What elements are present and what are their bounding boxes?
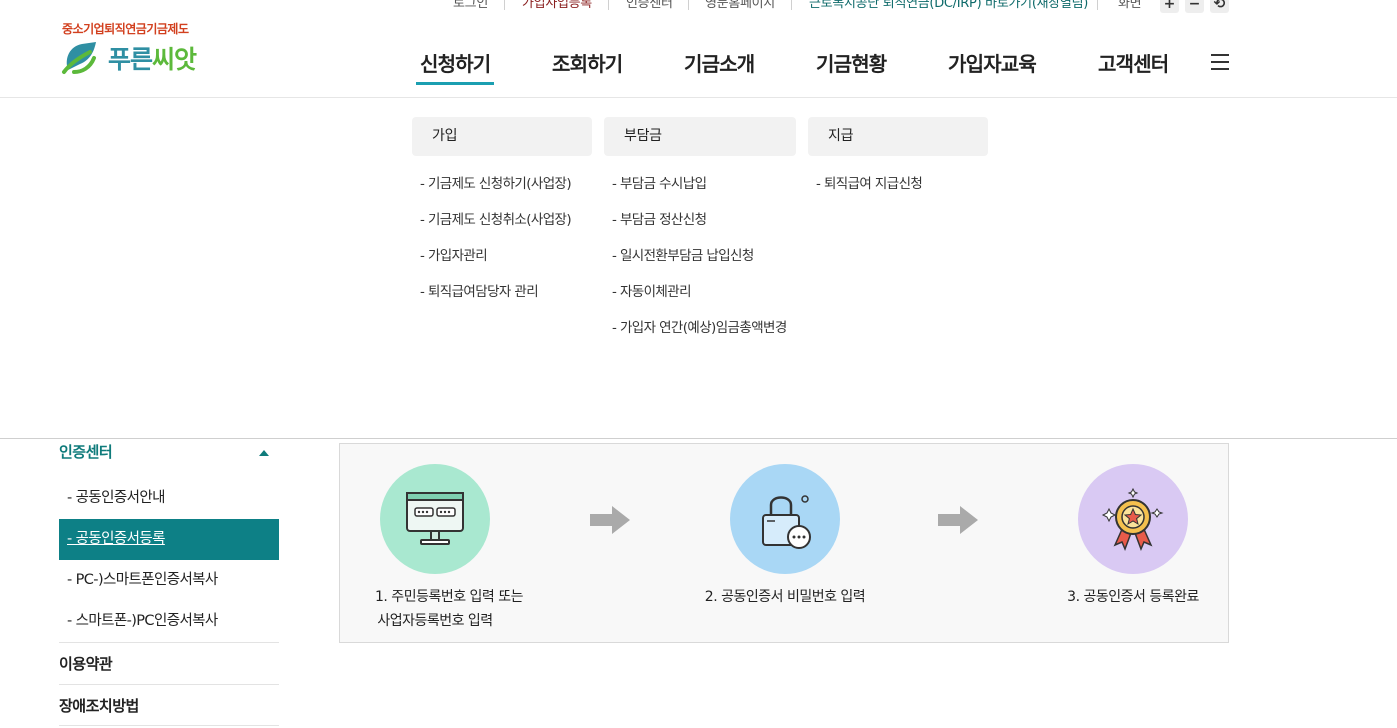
mega-col-join: 가입 - 기금제도 신청하기(사업장) - 기금제도 신청취소(사업장) - 가… bbox=[412, 117, 592, 318]
screen-label: 화면 bbox=[1118, 0, 1142, 11]
side-nav-title[interactable]: 인증센터 bbox=[59, 440, 279, 468]
logo-name: 푸른씨앗 bbox=[108, 40, 197, 76]
zoom-in-button[interactable]: + bbox=[1160, 0, 1179, 13]
side-nav-title-label: 인증센터 bbox=[59, 443, 113, 461]
cert-center-link[interactable]: 인증센터 bbox=[626, 0, 673, 14]
caret-up-icon bbox=[259, 450, 269, 456]
step-1-label-line1: 1. 주민등록번호 입력 또는 bbox=[375, 589, 524, 605]
step-3-label-line1: 3. 공동인증서 등록완료 bbox=[1067, 589, 1199, 605]
step-2-label: 2. 공동인증서 비밀번호 입력 bbox=[695, 585, 875, 609]
mega-col-title: 가입 bbox=[412, 117, 592, 156]
arrow-right-icon bbox=[590, 506, 630, 534]
side-item-cert-register[interactable]: - 공동인증서등록 bbox=[59, 519, 279, 560]
gnb-inquiry[interactable]: 조회하기 bbox=[552, 48, 623, 77]
step-3-circle bbox=[1078, 464, 1188, 574]
english-site-link[interactable]: 영문홈페이지 bbox=[705, 0, 775, 14]
side-item-terms[interactable]: 이용약관 bbox=[59, 642, 279, 684]
side-item-accessibility[interactable]: 장애조치방법 bbox=[59, 684, 279, 726]
logo-name-part1: 푸른 bbox=[108, 45, 153, 74]
step-2-circle bbox=[730, 464, 840, 574]
util-divider bbox=[608, 0, 609, 10]
menu-item-cancel-fund[interactable]: - 기금제도 신청취소(사업장) bbox=[412, 210, 592, 246]
menu-item-settlement[interactable]: - 부담금 정산신청 bbox=[604, 210, 796, 246]
menu-item-manager-manage[interactable]: - 퇴직급여담당자 관리 bbox=[412, 282, 592, 318]
monitor-icon bbox=[406, 492, 464, 545]
side-item-cert-guide[interactable]: - 공동인증서안내 bbox=[59, 478, 279, 519]
zoom-out-button[interactable]: − bbox=[1185, 0, 1204, 13]
kcomwel-link[interactable]: 근로복지공단 퇴직연금(DC/IRP) 바로가기(새창열림) bbox=[809, 0, 1088, 14]
mega-col-title: 부담금 bbox=[604, 117, 796, 156]
menu-item-ad-hoc-payment[interactable]: - 부담금 수시납입 bbox=[604, 174, 796, 210]
menu-item-lump-sum[interactable]: - 일시전환부담금 납입신청 bbox=[604, 246, 796, 282]
menu-item-wage-change[interactable]: - 가입자 연간(예상)임금총액변경 bbox=[604, 318, 796, 354]
mega-col-title: 지급 bbox=[808, 117, 988, 156]
utility-bar: 로그인 가입사업등록 인증센터 영문홈페이지 근로복지공단 퇴직연금(DC/IR… bbox=[0, 0, 1397, 18]
util-divider bbox=[791, 0, 792, 10]
step-1-label-line2: 사업자등록번호 입력 bbox=[377, 613, 493, 629]
menu-item-payout-request[interactable]: - 퇴직급여 지급신청 bbox=[808, 174, 988, 210]
arrow-right-icon bbox=[938, 506, 978, 534]
step-1-label: 1. 주민등록번호 입력 또는 사업자등록번호 입력 bbox=[375, 585, 524, 633]
side-sub-list: - 공동인증서안내 - 공동인증서등록 - PC-)스마트폰인증서복사 - 스마… bbox=[59, 478, 279, 642]
logo-name-part2: 씨앗 bbox=[152, 45, 197, 74]
side-item-phone-to-pc[interactable]: - 스마트폰-)PC인증서복사 bbox=[59, 601, 279, 642]
medal-icon bbox=[1101, 487, 1164, 551]
mega-col-contribution: 부담금 - 부담금 수시납입 - 부담금 정산신청 - 일시전환부담금 납입신청… bbox=[604, 117, 796, 354]
site-logo[interactable]: 중소기업퇴직연금기금제도 푸른씨앗 bbox=[60, 20, 200, 80]
gnb-fund-status[interactable]: 기금현황 bbox=[816, 48, 887, 77]
all-menu-icon[interactable] bbox=[1211, 54, 1229, 70]
gnb-customer-center[interactable]: 고객센터 bbox=[1098, 48, 1169, 77]
menu-item-apply-fund[interactable]: - 기금제도 신청하기(사업장) bbox=[412, 174, 592, 210]
side-nav: 인증센터 - 공동인증서안내 - 공동인증서등록 - PC-)스마트폰인증서복사… bbox=[59, 438, 279, 726]
menu-item-auto-transfer[interactable]: - 자동이체관리 bbox=[604, 282, 796, 318]
cert-register-process: 1. 주민등록번호 입력 또는 사업자등록번호 입력 2. 공동인증서 비밀번호… bbox=[339, 443, 1229, 643]
join-business-link[interactable]: 가입사업등록 bbox=[522, 0, 592, 14]
step-1-circle bbox=[380, 464, 490, 574]
util-divider bbox=[1097, 0, 1098, 10]
gnb-fund-intro[interactable]: 기금소개 bbox=[684, 48, 755, 77]
step-2-label-line1: 2. 공동인증서 비밀번호 입력 bbox=[704, 589, 866, 605]
gnb-apply[interactable]: 신청하기 bbox=[415, 48, 495, 85]
header-divider bbox=[0, 97, 1397, 98]
util-divider bbox=[504, 0, 505, 10]
mega-col-payout: 지급 - 퇴직급여 지급신청 bbox=[808, 117, 988, 210]
step-3-label: 3. 공동인증서 등록완료 bbox=[1053, 585, 1213, 609]
menu-item-member-manage[interactable]: - 가입자관리 bbox=[412, 246, 592, 282]
lock-icon bbox=[762, 495, 811, 549]
util-divider bbox=[688, 0, 689, 10]
leaf-logo-icon bbox=[62, 42, 96, 74]
zoom-reset-button[interactable]: ⟲ bbox=[1210, 0, 1229, 13]
gnb-member-education[interactable]: 가입자교육 bbox=[948, 48, 1037, 77]
side-item-pc-to-phone[interactable]: - PC-)스마트폰인증서복사 bbox=[59, 560, 279, 601]
logo-tagline: 중소기업퇴직연금기금제도 bbox=[62, 22, 189, 36]
login-link[interactable]: 로그인 bbox=[453, 0, 488, 14]
